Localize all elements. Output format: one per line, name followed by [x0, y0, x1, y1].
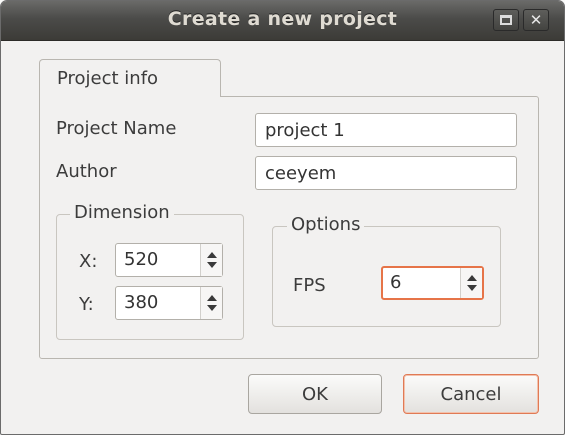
- fps-value: 6: [390, 272, 402, 293]
- title-bar[interactable]: Create a new project ✕: [1, 1, 564, 41]
- x-stepper[interactable]: [200, 244, 222, 276]
- arrow-up-icon[interactable]: [206, 252, 217, 258]
- arrow-down-icon[interactable]: [206, 305, 217, 311]
- x-label: X:: [79, 251, 98, 272]
- project-name-label: Project Name: [56, 118, 177, 139]
- close-icon: ✕: [529, 10, 543, 29]
- author-field[interactable]: [255, 156, 517, 190]
- maximize-icon: [500, 15, 512, 25]
- tab-project-info[interactable]: Project info: [39, 59, 221, 97]
- x-value: 520: [124, 249, 159, 270]
- x-spinbox[interactable]: 520: [115, 243, 223, 277]
- options-group-title: Options: [287, 214, 365, 235]
- fps-label: FPS: [293, 275, 326, 296]
- fps-spinbox[interactable]: 6: [381, 266, 484, 300]
- maximize-button[interactable]: [493, 9, 519, 31]
- fps-stepper[interactable]: [460, 268, 482, 298]
- dimension-group: [56, 214, 244, 340]
- y-stepper[interactable]: [200, 287, 222, 319]
- cancel-button[interactable]: Cancel: [403, 374, 539, 414]
- author-label: Author: [56, 161, 117, 182]
- project-name-field[interactable]: [255, 113, 517, 147]
- y-value: 380: [124, 292, 159, 313]
- y-spinbox[interactable]: 380: [115, 286, 223, 320]
- y-label: Y:: [79, 294, 94, 315]
- arrow-up-icon[interactable]: [206, 295, 217, 301]
- arrow-down-icon[interactable]: [206, 262, 217, 268]
- dialog-window: Create a new project ✕ Project info Proj…: [0, 0, 565, 435]
- window-title: Create a new project: [167, 8, 398, 30]
- arrow-up-icon[interactable]: [466, 275, 477, 281]
- close-button[interactable]: ✕: [523, 9, 549, 31]
- arrow-down-icon[interactable]: [466, 285, 477, 291]
- ok-button[interactable]: OK: [248, 374, 382, 414]
- dimension-group-title: Dimension: [70, 202, 174, 223]
